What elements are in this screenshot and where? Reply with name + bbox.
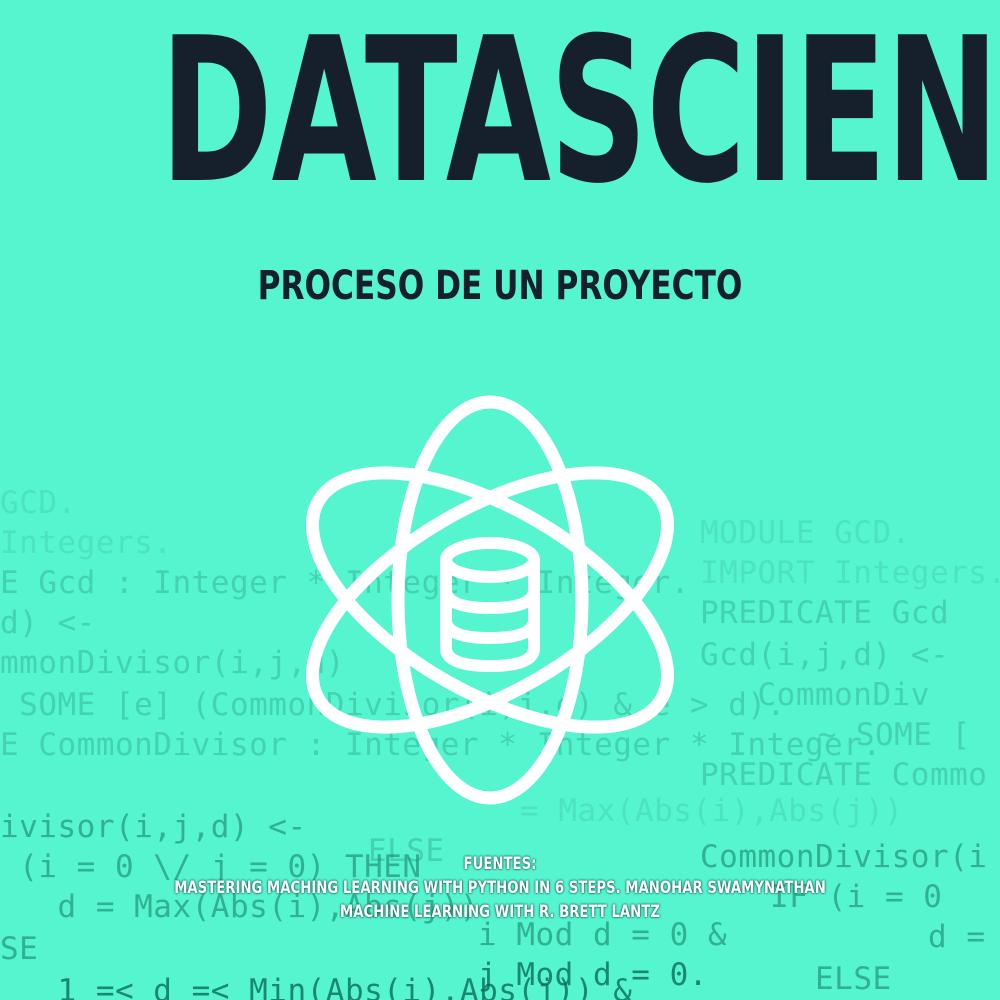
orbit-vertical [391,395,589,805]
code-line: ivisor(i,j,d) <- [0,809,307,845]
code-line: PREDICATE Gcd [700,595,950,631]
database-icon [440,537,540,672]
code-line: ~ SOME [ [760,717,971,753]
code-line: Integers. [0,525,173,561]
code-line: d) <- [0,605,96,641]
sources-heading: FUENTES: [463,854,537,874]
code-line: SE [0,931,39,967]
code-line: i Mod d = 0 & [478,917,728,953]
code-line: ELSE [815,961,892,997]
code-line: IMPORT Integers. [700,555,1000,591]
code-line: GCD. [0,485,77,521]
atom-database-icon [305,395,675,805]
poster: GCD. Integers. E Gcd : Integer * Integer… [0,0,1000,1000]
code-line: MODULE GCD. [700,515,911,551]
page-title: DATASCIENCE [160,0,1000,228]
page-subtitle: PROCESO DE UN PROYECTO [257,263,743,309]
code-line: PREDICATE Commo [700,757,988,793]
code-line: j Mod d = 0. [478,957,708,993]
sources-line-1: MASTERING MACHING LEARNING WITH PYTHON I… [174,878,826,898]
code-line: d = [928,919,986,955]
sources-block: FUENTES: MASTERING MACHING LEARNING WITH… [0,852,1000,924]
code-line: CommonDiv [700,677,930,713]
sources-line-2: MACHINE LEARNING WITH R. BRETT LANTZ [340,902,660,922]
code-line: Gcd(i,j,d) <- [700,637,950,673]
